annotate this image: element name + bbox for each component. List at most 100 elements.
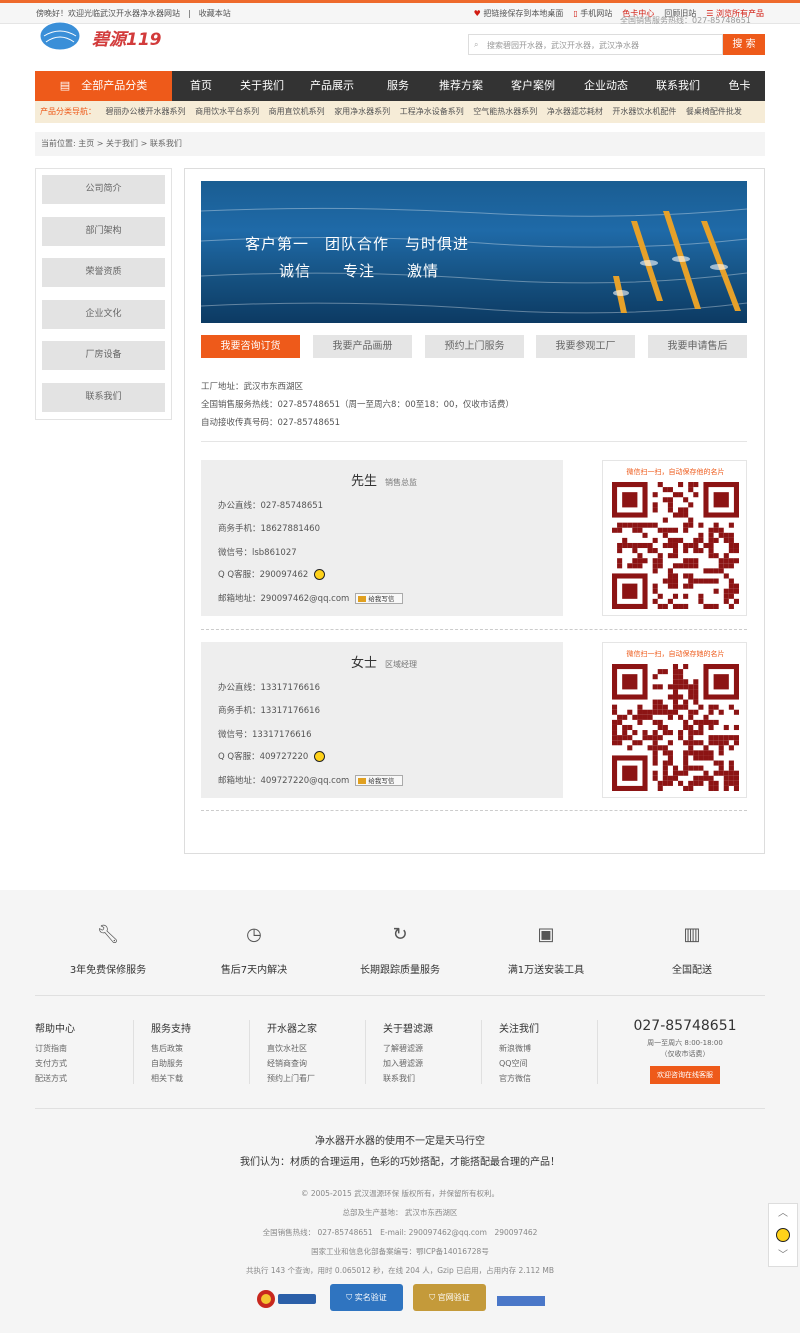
gift-icon: ▣ — [537, 924, 555, 945]
write-mail-button[interactable]: 给我写信 — [355, 775, 404, 786]
footer-divider — [35, 995, 765, 996]
search-input[interactable]: ⌕ 搜索碧园开水器，武汉开水器，武汉净水器 — [468, 34, 723, 55]
footer-link[interactable]: 配送方式 — [35, 1071, 75, 1086]
police-badge[interactable] — [256, 1288, 318, 1310]
sidebar-item-culture[interactable]: 企业文化 — [42, 300, 165, 329]
footer-column-about: 关于碧滤源 了解碧滤源 加入碧滤源 联系我们 — [383, 1020, 433, 1086]
sidebar: 公司简介 部门架构 荣誉资质 企业文化 厂房设备 联系我们 — [35, 168, 172, 420]
footer-link[interactable]: 直饮水社区 — [267, 1041, 317, 1056]
footer-link[interactable]: 预约上门看厂 — [267, 1071, 317, 1086]
nav-item-home[interactable]: 首页 — [172, 71, 230, 101]
mobile-site-link[interactable]: ▯ 手机网站 — [573, 8, 612, 19]
official-verify-badge[interactable]: ⛉ 官网验证 — [413, 1284, 486, 1311]
footer-link[interactable]: 支付方式 — [35, 1056, 75, 1071]
qq-icon[interactable] — [314, 569, 326, 580]
contact-mobile: 商务手机：13317176616 — [218, 706, 320, 716]
shield-icon: ⛉ — [429, 1293, 436, 1302]
real-name-verify-badge[interactable]: ⛉ 实名验证 — [330, 1284, 403, 1311]
qr-code — [612, 482, 739, 609]
search-icon: ⌕ — [474, 40, 479, 49]
feature-item: ↻ 长期跟踪质量服务 — [330, 924, 470, 976]
footer-link[interactable]: 自助服务 — [151, 1056, 191, 1071]
nav-item-products[interactable]: 产品展示 — [294, 71, 370, 101]
footer-column-home: 开水器之家 直饮水社区 经销商查询 预约上门看厂 — [267, 1020, 317, 1086]
refresh-icon: ↻ — [392, 924, 408, 945]
footer-link[interactable]: 加入碧滤源 — [383, 1056, 433, 1071]
contact-name: 先生 — [351, 474, 378, 489]
footer-separator — [481, 1020, 482, 1084]
hq-address: 总部及生产基地： 武汉市东西湖区 — [342, 1208, 458, 1217]
footer-link[interactable]: 新浪微博 — [499, 1041, 539, 1056]
sidebar-item-contact[interactable]: 联系我们 — [42, 383, 165, 412]
subnav-item[interactable]: 净水器滤芯耗材 — [547, 107, 603, 116]
footer-link[interactable]: QQ空间 — [499, 1056, 539, 1071]
cert-badge[interactable] — [497, 1296, 545, 1306]
contact-role: 区域经理 — [385, 660, 418, 669]
footer-link[interactable]: 了解碧滤源 — [383, 1041, 433, 1056]
scroll-down-button[interactable]: ﹀ — [769, 1246, 797, 1266]
nav-item-service[interactable]: 服务 — [370, 71, 426, 101]
fax-number: 自动接收传真号码：027-85748651 — [201, 418, 341, 428]
sidebar-item-structure[interactable]: 部门架构 — [42, 217, 165, 246]
sidebar-item-honors[interactable]: 荣誉资质 — [42, 258, 165, 287]
subnav-item[interactable]: 餐桌椅配件批发 — [686, 107, 742, 116]
tab-consult-order[interactable]: 我要咨询订货 — [201, 335, 300, 358]
subnav-item[interactable]: 空气能热水器系列 — [473, 107, 537, 116]
tab-factory-tour[interactable]: 我要参观工厂 — [536, 335, 635, 358]
footer-link[interactable]: 订货指南 — [35, 1041, 75, 1056]
dashed-divider — [201, 810, 747, 811]
subnav-item[interactable]: 工程净水设备系列 — [400, 107, 464, 116]
wrench-icon: 🔧︎ — [96, 924, 120, 945]
save-desktop-link[interactable]: ♥ 把链接保存到本地桌面 — [474, 8, 564, 19]
chevron-down-icon: ﹀ — [778, 1250, 788, 1261]
footer-link[interactable]: 售后政策 — [151, 1041, 191, 1056]
subnav-item[interactable]: 商用直饮机系列 — [269, 107, 325, 116]
nav-item-news[interactable]: 企业动态 — [570, 71, 642, 101]
qr-card: 微信扫一扫，自动保存她的名片 — [602, 642, 747, 798]
qq-chat-button[interactable] — [769, 1224, 797, 1246]
nav-item-cases[interactable]: 客户案例 — [496, 71, 570, 101]
footer-separator — [133, 1020, 134, 1084]
nav-item-about[interactable]: 关于我们 — [230, 71, 294, 101]
subnav-item[interactable]: 开水器饮水机配件 — [612, 107, 676, 116]
contact-wechat: 微信号：13317176616 — [218, 730, 312, 740]
tab-book-visit[interactable]: 预约上门服务 — [425, 335, 524, 358]
subnav-item[interactable]: 家用净水器系列 — [334, 107, 390, 116]
contact-email: 邮箱地址：290097462@qq.com — [218, 594, 350, 604]
breadcrumb: 当前位置: 主页 > 关于我们 > 联系我们 — [35, 132, 765, 156]
tab-product-brochure[interactable]: 我要产品画册 — [313, 335, 412, 358]
sidebar-item-factory[interactable]: 厂房设备 — [42, 341, 165, 370]
footer-link[interactable]: 相关下载 — [151, 1071, 191, 1086]
tab-after-sales[interactable]: 我要申请售后 — [648, 335, 747, 358]
footer-link[interactable]: 官方微信 — [499, 1071, 539, 1086]
nav-item-colorcard[interactable]: 色卡 — [714, 71, 765, 101]
qq-icon — [776, 1227, 790, 1242]
nav-item-contact[interactable]: 联系我们 — [642, 71, 714, 101]
search-button[interactable]: 搜 索 — [723, 34, 765, 55]
footer-column-follow: 关注我们 新浪微博 QQ空间 官方微信 — [499, 1020, 539, 1086]
list-icon: ▤ — [59, 79, 71, 92]
contact-card: 女士 区域经理 办公直线：13317176616 商务手机：13317176616… — [201, 642, 563, 798]
online-service-button[interactable]: 欢迎咨询在线客服 — [650, 1066, 720, 1084]
qq-icon[interactable] — [314, 751, 326, 762]
subnav-item[interactable]: 碧丽办公楼开水器系列 — [106, 107, 186, 116]
contact-email: 邮箱地址：409727220@qq.com — [218, 776, 350, 786]
heart-icon: ♥ — [473, 9, 481, 18]
footer-link[interactable]: 经销商查询 — [267, 1056, 317, 1071]
contact-office: 办公直线：13317176616 — [218, 683, 320, 693]
write-mail-button[interactable]: 给我写信 — [355, 593, 404, 604]
contact-wechat: 微信号：lsb861027 — [218, 548, 297, 558]
scroll-up-button[interactable]: ︿ — [769, 1204, 797, 1224]
site-logo[interactable]: 碧源119 — [38, 21, 178, 52]
feature-item: ▣ 满1万送安装工具 — [476, 924, 616, 976]
floating-toolbar: ︿ ﹀ — [768, 1203, 798, 1267]
nav-item-solutions[interactable]: 推荐方案 — [426, 71, 496, 101]
subnav-item[interactable]: 商用饮水平台系列 — [195, 107, 259, 116]
all-categories-button[interactable]: ▤ 全部产品分类 — [35, 71, 172, 101]
factory-address: 工厂地址：武汉市东西湖区 — [201, 382, 304, 392]
divider — [201, 441, 747, 442]
contact-qq: Q Q客服：409727220 — [218, 752, 309, 762]
footer-link[interactable]: 联系我们 — [383, 1071, 433, 1086]
bookmark-link[interactable]: 收藏本站 — [199, 9, 231, 18]
sidebar-item-intro[interactable]: 公司简介 — [42, 175, 165, 204]
